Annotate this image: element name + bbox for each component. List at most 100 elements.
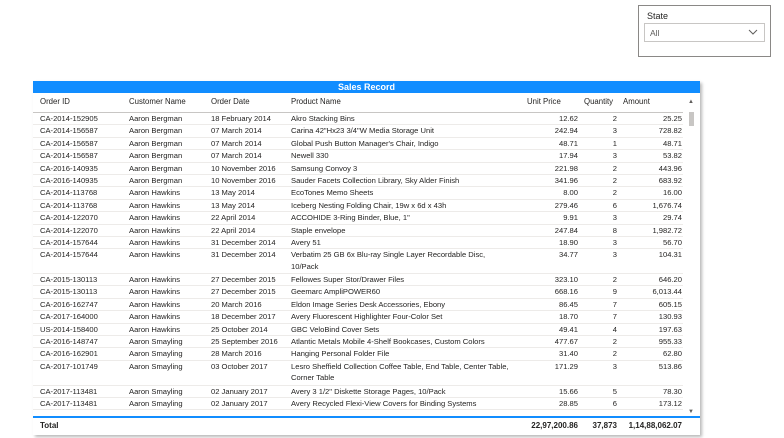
table-row[interactable]: CA-2014-157644 Aaron Hawkins 31 December 2… [33, 249, 683, 275]
cell-order-id: CA-2014-156587 [40, 151, 98, 161]
cell-customer-name: Aaron Bergman [129, 126, 183, 136]
cell-customer-name: Aaron Hawkins [129, 312, 181, 322]
cell-product-name: Sauder Facets Collection Library, Sky Al… [291, 175, 460, 185]
total-row: Total 22,97,200.86 37,873 1,14,88,062.07 [33, 418, 700, 433]
cell-order-id: CA-2017-113481 [40, 386, 98, 396]
table-row[interactable]: CA-2015-130113 Aaron Hawkins 27 December 2… [33, 274, 683, 287]
column-header-customer-name[interactable]: Customer Name [129, 97, 186, 106]
cell-product-name: GBC VeloBind Cover Sets [291, 324, 380, 334]
cell-order-date: 02 January 2017 [211, 399, 268, 409]
cell-order-id: CA-2014-113768 [40, 188, 98, 198]
cell-order-date: 13 May 2014 [211, 188, 255, 198]
cell-order-id: CA-2016-140935 [40, 175, 98, 185]
cell-order-date: 03 October 2017 [211, 361, 268, 371]
cell-order-date: 10 November 2016 [211, 163, 276, 173]
cell-quantity: 3 [612, 126, 617, 136]
cell-unit-price: 48.71 [558, 138, 578, 148]
table-row[interactable]: CA-2017-164000 Aaron Hawkins 18 December 2… [33, 311, 683, 324]
cell-unit-price: 242.94 [554, 126, 578, 136]
cell-amount: 1,982.72 [652, 225, 682, 235]
cell-product-name: Avery Recycled Flexi-View Covers for Bin… [291, 399, 477, 409]
table-row[interactable]: CA-2014-152905 Aaron Bergman 18 February 2… [33, 113, 683, 126]
cell-product-name: Lesro Sheffield Collection Coffee Table,… [291, 361, 509, 383]
scroll-up-icon[interactable]: ▲ [688, 99, 694, 105]
cell-order-date: 20 March 2016 [211, 299, 262, 309]
cell-unit-price: 17.94 [558, 151, 578, 161]
table-row[interactable]: CA-2017-113481 Aaron Smayling 02 January 2… [33, 398, 683, 411]
cell-amount: 62.80 [662, 349, 682, 359]
table-row[interactable]: CA-2016-148747 Aaron Smayling 25 September… [33, 336, 683, 349]
cell-unit-price: 31.40 [558, 349, 578, 359]
table-row[interactable]: CA-2014-122070 Aaron Hawkins 22 April 2014… [33, 225, 683, 237]
total-label: Total [40, 421, 59, 430]
cell-order-date: 13 May 2014 [211, 200, 255, 210]
cell-product-name: Carina 42"Hx23 3/4"W Media Storage Unit [291, 126, 434, 136]
cell-product-name: Global Push Button Manager's Chair, Indi… [291, 138, 439, 148]
cell-order-id: CA-2014-122070 [40, 213, 98, 223]
table-row[interactable]: CA-2014-156587 Aaron Bergman 07 March 2014… [33, 150, 683, 163]
table-row[interactable]: CA-2014-113768 Aaron Hawkins 13 May 2014 Ec… [33, 187, 683, 200]
table-header: Order ID Customer Name Order Date Produc… [33, 93, 700, 112]
cell-order-id: CA-2016-162747 [40, 299, 98, 309]
scroll-down-icon[interactable]: ▼ [688, 409, 694, 415]
scrollbar-thumb[interactable] [689, 112, 694, 126]
cell-quantity: 3 [612, 237, 617, 247]
table-row[interactable]: CA-2016-162747 Aaron Hawkins 20 March 2016… [33, 299, 683, 312]
cell-customer-name: Aaron Smayling [129, 337, 183, 347]
cell-order-id: CA-2014-122070 [40, 225, 98, 235]
cell-order-date: 07 March 2014 [211, 151, 262, 161]
chevron-down-icon [748, 29, 758, 35]
table-row[interactable]: CA-2014-156587 Aaron Bergman 07 March 2014… [33, 138, 683, 151]
table-row[interactable]: CA-2016-162901 Aaron Smayling 28 March 201… [33, 348, 683, 361]
cell-quantity: 2 [612, 163, 617, 173]
cell-unit-price: 28.85 [558, 399, 578, 409]
cell-product-name: Newell 330 [291, 151, 329, 161]
cell-order-id: CA-2014-156587 [40, 138, 98, 148]
cell-order-date: 25 September 2016 [211, 337, 278, 347]
vertical-scrollbar[interactable]: ▲ ▼ [688, 99, 695, 415]
cell-customer-name: Aaron Hawkins [129, 287, 181, 297]
cell-product-name: Avery Fluorescent Highlighter Four-Color… [291, 312, 443, 322]
cell-unit-price: 477.67 [554, 337, 578, 347]
table-row[interactable]: US-2014-158400 Aaron Hawkins 25 October 20… [33, 324, 683, 337]
cell-product-name: Akro Stacking Bins [291, 114, 355, 123]
column-header-order-date[interactable]: Order Date [211, 97, 250, 106]
table-row[interactable]: CA-2015-130113 Aaron Hawkins 27 December 2… [33, 286, 683, 299]
table-row[interactable]: CA-2017-101749 Aaron Smayling 03 October 2… [33, 361, 683, 386]
table-row[interactable]: CA-2014-122070 Aaron Hawkins 22 April 2014… [33, 212, 683, 225]
cell-customer-name: Aaron Bergman [129, 151, 183, 161]
cell-amount: 16.00 [662, 188, 682, 198]
cell-amount: 197.63 [658, 324, 682, 334]
cell-quantity: 2 [612, 337, 617, 347]
cell-quantity: 2 [612, 114, 617, 123]
cell-order-date: 22 April 2014 [211, 213, 256, 223]
cell-order-date: 31 December 2014 [211, 237, 276, 247]
column-header-product-name[interactable]: Product Name [291, 97, 341, 106]
column-header-unit-price[interactable]: Unit Price [527, 97, 561, 106]
table-row[interactable]: CA-2014-113768 Aaron Hawkins 13 May 2014 Ic… [33, 200, 683, 213]
table-row[interactable]: CA-2017-113481 Aaron Smayling 02 January 2… [33, 386, 683, 399]
table-row[interactable]: CA-2014-157644 Aaron Hawkins 31 December 2… [33, 237, 683, 250]
table-row[interactable]: CA-2016-140935 Aaron Bergman 10 November 2… [33, 175, 683, 188]
column-header-order-id[interactable]: Order ID [40, 97, 70, 106]
state-dropdown[interactable]: All [644, 23, 765, 42]
cell-unit-price: 8.00 [563, 188, 578, 198]
column-header-amount[interactable]: Amount [623, 97, 650, 106]
cell-order-date: 02 January 2017 [211, 386, 268, 396]
cell-quantity: 3 [612, 361, 617, 371]
table-row[interactable]: CA-2016-140935 Aaron Bergman 10 November 2… [33, 163, 683, 175]
cell-amount: 605.15 [658, 299, 682, 309]
cell-customer-name: Aaron Hawkins [129, 299, 181, 309]
cell-product-name: ACCOHIDE 3-Ring Binder, Blue, 1" [291, 213, 410, 223]
cell-quantity: 2 [612, 188, 617, 198]
column-header-quantity[interactable]: Quantity [584, 97, 613, 106]
table-row[interactable]: CA-2014-156587 Aaron Bergman 07 March 2014… [33, 125, 683, 138]
cell-quantity: 7 [612, 312, 617, 322]
cell-customer-name: Aaron Smayling [129, 399, 183, 409]
cell-order-id: CA-2017-101749 [40, 361, 98, 371]
slicer-title: State [647, 11, 669, 21]
cell-order-date: 07 March 2014 [211, 126, 262, 136]
cell-amount: 56.70 [662, 237, 682, 247]
visual-title: Sales Record [33, 81, 700, 93]
cell-order-id: CA-2014-157644 [40, 237, 98, 247]
